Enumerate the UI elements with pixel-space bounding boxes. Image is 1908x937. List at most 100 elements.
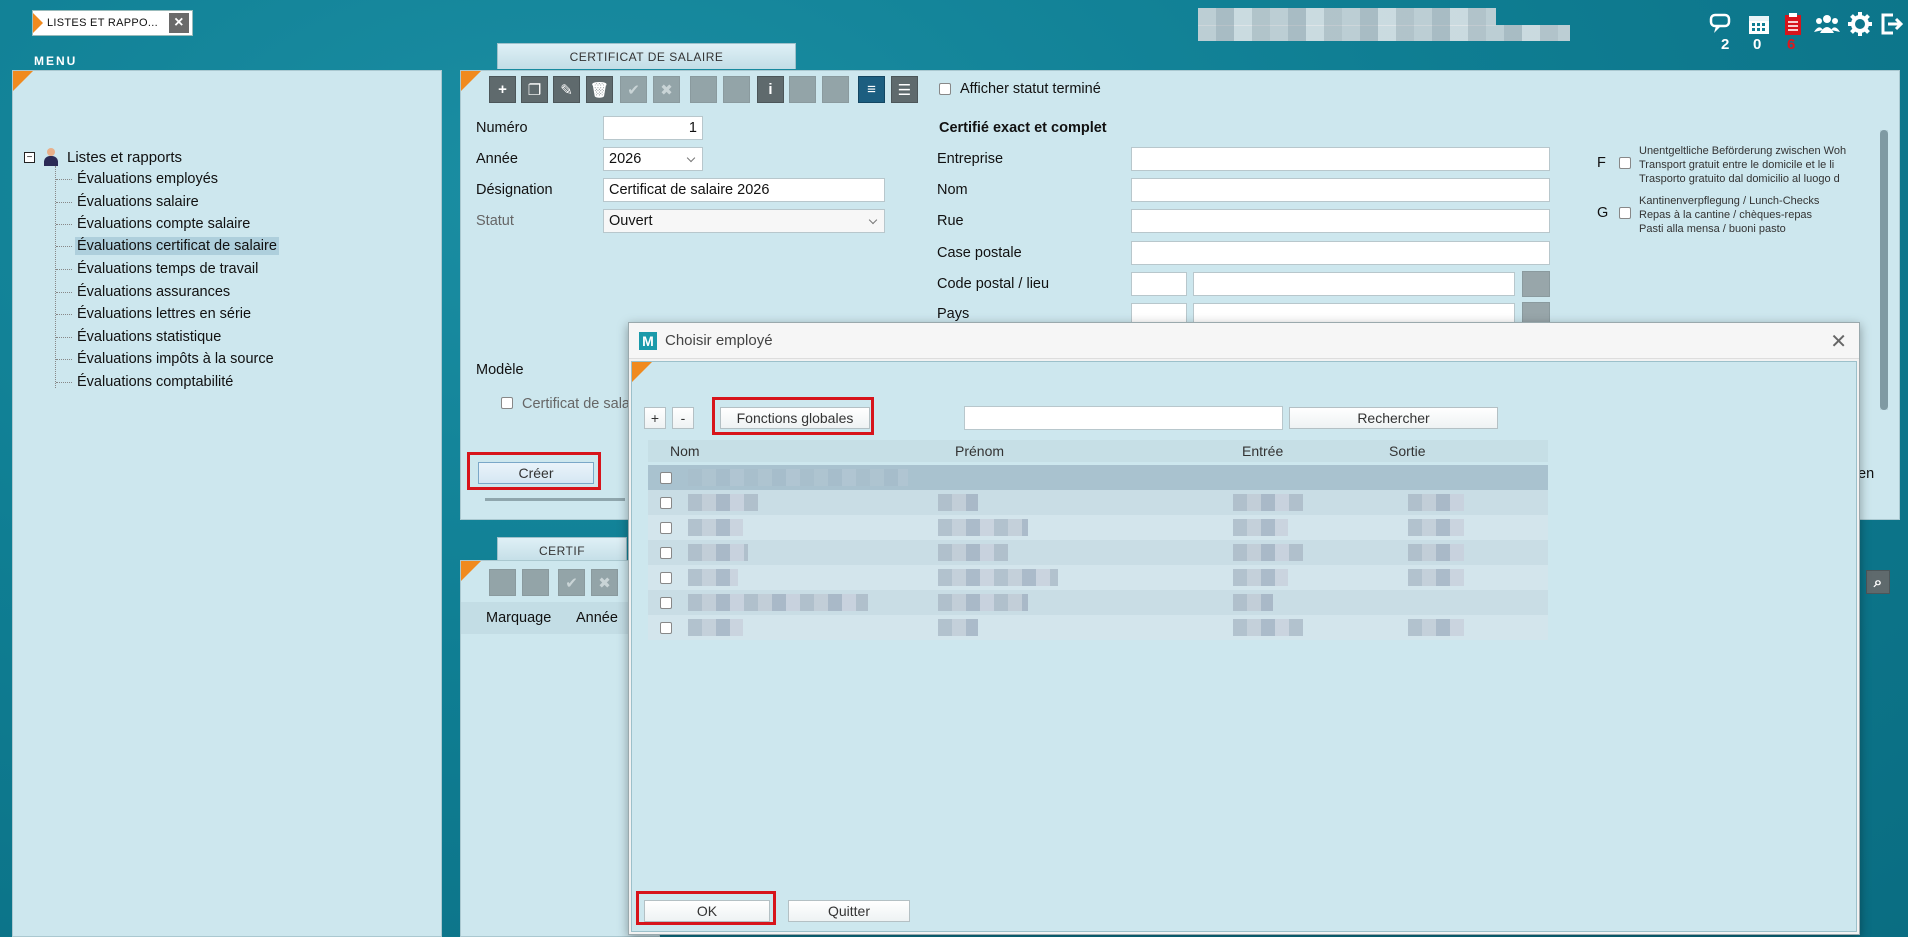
rue-input[interactable] bbox=[1131, 209, 1550, 233]
sidebar-item-statistique[interactable]: Évaluations statistique bbox=[56, 328, 223, 346]
row-checkbox[interactable] bbox=[660, 472, 672, 484]
calendar-icon[interactable] bbox=[1745, 10, 1773, 38]
confirm-icon[interactable]: ✔ bbox=[558, 569, 585, 596]
close-icon[interactable]: ✕ bbox=[1830, 329, 1847, 354]
table-row[interactable] bbox=[648, 540, 1548, 565]
sidebar-item-lettres-serie[interactable]: Évaluations lettres en série bbox=[56, 305, 253, 323]
dialog-title: Choisir employé bbox=[665, 332, 773, 349]
toolbar-disabled-icon[interactable] bbox=[723, 76, 750, 103]
sidebar-item-employes[interactable]: Évaluations employés bbox=[56, 170, 220, 188]
annee-select[interactable]: 2026 bbox=[603, 147, 703, 171]
col-prenom[interactable]: Prénom bbox=[955, 443, 1004, 459]
vertical-scrollbar[interactable] bbox=[1880, 130, 1888, 410]
table-row[interactable] bbox=[648, 565, 1548, 590]
row-checkbox[interactable] bbox=[660, 622, 672, 634]
sidebar-item-impots-source[interactable]: Évaluations impôts à la source bbox=[56, 350, 276, 368]
sidebar-item-comptabilite[interactable]: Évaluations comptabilité bbox=[56, 373, 235, 391]
option-f-checkbox[interactable] bbox=[1619, 157, 1631, 169]
sidebar-item-temps-travail[interactable]: Évaluations temps de travail bbox=[56, 260, 260, 278]
add-icon[interactable]: + bbox=[489, 76, 516, 103]
toolbar-disabled-icon[interactable] bbox=[489, 569, 516, 596]
search-input[interactable] bbox=[964, 406, 1283, 430]
show-finished-checkbox[interactable] bbox=[939, 83, 951, 95]
blurred-user-info bbox=[1198, 8, 1496, 26]
toolbar-disabled-icon[interactable] bbox=[522, 569, 549, 596]
list-view-icon[interactable]: ☰ bbox=[891, 76, 918, 103]
case-postale-input[interactable] bbox=[1131, 241, 1550, 265]
col-annee: Année bbox=[576, 610, 618, 626]
row-checkbox[interactable] bbox=[660, 547, 672, 559]
table-row[interactable] bbox=[648, 615, 1548, 640]
horizontal-scrollbar[interactable] bbox=[485, 498, 625, 501]
col-entree[interactable]: Entrée bbox=[1242, 443, 1283, 459]
chevron-down-icon bbox=[868, 215, 878, 225]
table-row[interactable] bbox=[648, 465, 1548, 490]
search-icon[interactable]: ⌕ bbox=[1866, 570, 1890, 594]
copy-icon[interactable]: ❐ bbox=[521, 76, 548, 103]
tree-root[interactable]: − Listes et rapports bbox=[24, 148, 182, 166]
cancel-icon[interactable]: ✖ bbox=[653, 76, 680, 103]
row-checkbox[interactable] bbox=[660, 597, 672, 609]
option-g-checkbox[interactable] bbox=[1619, 207, 1631, 219]
toolbar-disabled-icon[interactable] bbox=[789, 76, 816, 103]
cancel-icon[interactable]: ✖ bbox=[591, 569, 618, 596]
modele-checkbox[interactable] bbox=[501, 397, 513, 409]
chat-icon[interactable] bbox=[1707, 10, 1735, 38]
table-row[interactable] bbox=[648, 590, 1548, 615]
clipboard-icon[interactable] bbox=[1779, 10, 1807, 38]
statut-value: Ouvert bbox=[609, 213, 653, 229]
code-postal-input[interactable] bbox=[1131, 272, 1187, 296]
tab-certificat-salaire[interactable]: CERTIFICAT DE SALAIRE bbox=[497, 43, 796, 69]
modele-checkbox-label: Certificat de sala bbox=[522, 396, 630, 412]
rue-label: Rue bbox=[937, 213, 964, 229]
toolbar-disabled-icon[interactable] bbox=[690, 76, 717, 103]
entreprise-input[interactable] bbox=[1131, 147, 1550, 171]
sidebar-item-salaire[interactable]: Évaluations salaire bbox=[56, 193, 201, 211]
col-nom[interactable]: Nom bbox=[670, 443, 700, 459]
dialog-title-bar: M Choisir employé ✕ bbox=[629, 323, 1859, 359]
row-checkbox[interactable] bbox=[660, 522, 672, 534]
nom-input[interactable] bbox=[1131, 178, 1550, 202]
scrollbar-thumb[interactable] bbox=[1880, 130, 1888, 410]
search-button[interactable]: Rechercher bbox=[1289, 407, 1498, 429]
logout-icon[interactable] bbox=[1878, 10, 1904, 38]
gear-icon[interactable] bbox=[1846, 10, 1874, 38]
highlight-ok bbox=[636, 891, 776, 925]
collapse-all-button[interactable]: - bbox=[672, 407, 694, 429]
confirm-icon[interactable]: ✔ bbox=[620, 76, 647, 103]
numero-input[interactable]: 1 bbox=[603, 116, 703, 140]
row-checkbox[interactable] bbox=[660, 497, 672, 509]
case-postale-label: Case postale bbox=[937, 245, 1022, 261]
quit-button[interactable]: Quitter bbox=[788, 900, 910, 922]
sidebar-item-label: Évaluations lettres en série bbox=[77, 306, 252, 322]
chat-count: 2 bbox=[1721, 36, 1730, 53]
row-checkbox[interactable] bbox=[660, 572, 672, 584]
delete-icon[interactable]: 🗑 bbox=[586, 76, 613, 103]
table-row[interactable] bbox=[648, 490, 1548, 515]
sidebar-item-assurances[interactable]: Évaluations assurances bbox=[56, 283, 232, 301]
toolbar-disabled-icon[interactable] bbox=[822, 76, 849, 103]
info-icon[interactable]: i bbox=[757, 76, 784, 103]
users-icon[interactable] bbox=[1813, 10, 1841, 38]
statut-select[interactable]: Ouvert bbox=[603, 209, 885, 233]
entreprise-label: Entreprise bbox=[937, 151, 1004, 167]
sidebar-item-certificat-salaire[interactable]: Évaluations certificat de salaire bbox=[56, 237, 279, 255]
designation-label: Désignation bbox=[476, 182, 553, 198]
lieu-input[interactable] bbox=[1193, 272, 1515, 296]
detail-view-icon[interactable]: ≡ bbox=[858, 76, 885, 103]
edit-icon[interactable]: ✎ bbox=[553, 76, 580, 103]
sidebar-item-compte-salaire[interactable]: Évaluations compte salaire bbox=[56, 215, 252, 233]
expand-all-button[interactable]: + bbox=[644, 407, 666, 429]
col-marquage: Marquage bbox=[486, 610, 552, 626]
panel-corner-icon bbox=[461, 71, 481, 91]
modele-label: Modèle bbox=[476, 362, 524, 378]
table-row[interactable] bbox=[648, 515, 1548, 540]
collapse-icon[interactable]: − bbox=[24, 151, 35, 163]
sidebar-item-label: Évaluations assurances bbox=[77, 284, 231, 300]
designation-input[interactable]: Certificat de salaire 2026 bbox=[603, 178, 885, 202]
col-sortie[interactable]: Sortie bbox=[1389, 443, 1426, 459]
app-tab[interactable]: LISTES ET RAPPO... × bbox=[32, 10, 193, 36]
sidebar-item-label: Évaluations salaire bbox=[77, 194, 199, 210]
close-icon[interactable]: × bbox=[169, 13, 189, 33]
lookup-button[interactable] bbox=[1522, 271, 1550, 297]
